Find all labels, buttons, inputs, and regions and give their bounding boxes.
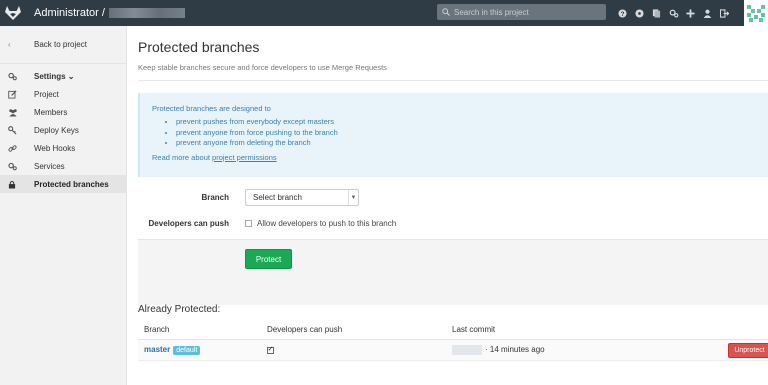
sidebar-item-protected-branches[interactable]: Protected branches — [0, 175, 126, 193]
already-protected-heading: Already Protected: — [138, 304, 221, 315]
cogs-icon — [8, 72, 34, 81]
search-placeholder: Search in this project — [454, 7, 529, 17]
sidebar-settings-header[interactable]: Settings ⌄ — [0, 67, 126, 85]
divider — [138, 80, 768, 81]
cogs-icon — [8, 162, 34, 171]
help-icon[interactable]: ? — [614, 5, 631, 21]
users-icon — [8, 108, 34, 117]
sidebar-item-label: Protected branches — [34, 179, 109, 189]
info-bullet: prevent anyone from force pushing to the… — [176, 128, 768, 139]
branch-row: Branch Select branch ▼ — [138, 189, 768, 206]
developers-push-label: Developers can push — [148, 219, 229, 228]
column-branch: Branch — [144, 324, 170, 334]
svg-text:?: ? — [621, 11, 625, 18]
form-actions: Protect — [138, 239, 768, 305]
sidebar-item-deploy-keys[interactable]: Deploy Keys — [0, 121, 126, 139]
search-input[interactable]: Search in this project — [437, 4, 606, 20]
sidebar-item-label: Web Hooks — [34, 143, 76, 153]
page-description: Keep stable branches secure and force de… — [138, 63, 387, 72]
gitlab-logo-icon[interactable] — [0, 0, 26, 26]
sidebar-item-web-hooks[interactable]: Web Hooks — [0, 139, 126, 157]
column-developers-can-push: Developers can push — [267, 324, 343, 334]
info-bullets: prevent pushes from everybody except mas… — [176, 117, 768, 149]
edit-icon — [8, 89, 34, 99]
user-avatar[interactable] — [744, 0, 768, 26]
sidebar-item-services[interactable]: Services — [0, 157, 126, 175]
developers-push-checkbox[interactable] — [245, 220, 252, 227]
protect-button[interactable]: Protect — [245, 249, 292, 269]
back-label: Back to project — [34, 40, 87, 49]
snippets-icon[interactable] — [648, 5, 665, 21]
info-bullet: prevent pushes from everybody except mas… — [176, 117, 768, 128]
new-project-icon[interactable] — [682, 5, 699, 21]
profile-icon[interactable] — [699, 5, 716, 21]
table-row: master default ✓ · 14 minutes ago Unprote… — [138, 340, 768, 361]
sidebar-item-label: Services — [34, 161, 65, 171]
branch-select-value: Select branch — [253, 193, 302, 202]
branch-name-link[interactable]: master — [144, 345, 170, 354]
info-intro: Protected branches are designed to — [152, 104, 271, 113]
sidebar-item-label: Project — [34, 89, 59, 99]
settings-label: Settings ⌄ — [34, 71, 75, 81]
admin-area-icon[interactable] — [665, 5, 682, 21]
sidebar-item-label: Deploy Keys — [34, 125, 79, 135]
info-box: Protected branches are designed to preve… — [138, 93, 768, 177]
default-badge: default — [173, 346, 201, 355]
project-title[interactable]: Administrator / — [34, 7, 185, 19]
last-commit-cell: · 14 minutes ago — [452, 345, 768, 355]
sign-out-icon[interactable] — [716, 5, 733, 21]
page-title: Protected branches — [138, 39, 260, 55]
read-more-line: Read more about project permissions — [152, 153, 768, 162]
developers-can-push-cell: ✓ — [267, 346, 452, 354]
sidebar-item-project[interactable]: Project — [0, 85, 126, 103]
header-icons: ? — [614, 5, 733, 21]
info-bullet: prevent anyone from deleting the branch — [176, 138, 768, 149]
table-header: Branch Developers can push Last commit — [138, 319, 768, 340]
main-content: Protected branches Keep stable branches … — [127, 26, 768, 385]
search-icon — [442, 8, 450, 16]
back-to-project-link[interactable]: ‹ Back to project — [0, 26, 126, 64]
column-last-commit: Last commit — [452, 324, 496, 334]
developers-push-row: Developers can push Allow developers to … — [138, 219, 768, 228]
explore-icon[interactable] — [631, 5, 648, 21]
settings-sidebar: ‹ Back to project Settings ⌄ Project Mem… — [0, 26, 127, 385]
branch-cell: master default — [138, 345, 267, 355]
redacted-project-name — [108, 8, 185, 18]
chevron-down-icon: ▼ — [348, 190, 358, 205]
lock-icon — [8, 180, 34, 189]
key-icon — [8, 125, 34, 135]
link-icon — [8, 144, 34, 153]
developers-push-checkbox-label[interactable]: Allow developers to push to this branch — [257, 219, 396, 228]
project-permissions-link[interactable]: project permissions — [212, 153, 277, 162]
chevron-left-icon: ‹ — [8, 40, 11, 49]
read-more-text: Read more about — [152, 152, 210, 162]
top-navbar: Administrator / Search in this project ? — [0, 0, 768, 26]
sidebar-item-members[interactable]: Members — [0, 103, 126, 121]
commit-time: · 14 minutes ago — [485, 345, 545, 355]
branch-select[interactable]: Select branch ▼ — [245, 189, 359, 206]
branch-label: Branch — [201, 193, 229, 202]
sidebar-item-label: Members — [34, 107, 68, 117]
title-text: Administrator / — [34, 7, 105, 19]
redacted-commit — [452, 345, 482, 355]
protected-branches-table: Branch Developers can push Last commit m… — [138, 319, 768, 361]
unprotect-button[interactable]: Unprotect — [728, 343, 768, 358]
developers-can-push-checkbox[interactable]: ✓ — [267, 346, 274, 354]
